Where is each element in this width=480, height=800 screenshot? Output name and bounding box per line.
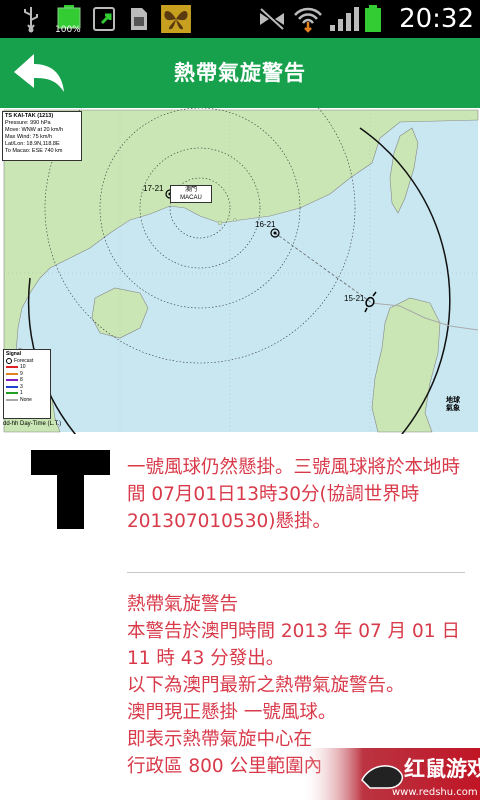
bulletin-line: 本警告於澳門時間 2013 年 07 月 01 日 11 時 43 分發出。 xyxy=(127,621,460,669)
map-footer: dd-hh Day-Time (L.T.) xyxy=(3,421,62,427)
legend-swatch xyxy=(6,385,18,388)
mute-icon xyxy=(260,8,284,30)
status-bar: 100% 20:32 xyxy=(0,0,480,38)
legend-swatch xyxy=(6,372,18,375)
storm-move: Move: WNW at 20 km/h xyxy=(5,127,64,133)
map-logo: 地球 氣象 xyxy=(441,396,465,420)
signal-strength-icon xyxy=(330,7,359,31)
status-time: 20:32 xyxy=(399,4,474,34)
usb-icon xyxy=(24,7,38,33)
watermark: 红鼠游戏 www.redshu.com xyxy=(300,748,480,800)
legend-swatch xyxy=(6,398,18,401)
storm-info-box: TS KAI-TAK (1213) Pressure: 990 hPa Move… xyxy=(2,111,82,161)
time-label: 17-21 xyxy=(143,184,164,193)
time-label: 15-21 xyxy=(344,294,365,303)
bulletin-line: 熱帶氣旋警告 xyxy=(127,594,239,615)
watermark-url: www.redshu.com xyxy=(392,787,478,798)
legend-swatch xyxy=(6,392,18,395)
legend-swatch xyxy=(6,366,18,369)
time-label: 16-21 xyxy=(255,220,276,229)
storm-max-wind: Max Wind: 75 km/h xyxy=(5,134,53,140)
bulletin-line: 以下為澳門最新之熱帶氣旋警告。 xyxy=(127,675,405,696)
battery-icon xyxy=(365,5,381,32)
typhoon-symbol-icon xyxy=(6,357,12,364)
signal-legend: Signal Forecast 10 9 8 3 1 None xyxy=(3,349,51,419)
wifi-icon xyxy=(294,7,322,33)
legend-label: None xyxy=(20,396,32,403)
back-arrow-icon[interactable] xyxy=(10,48,68,98)
app-header: 熱帶氣旋警告 xyxy=(0,38,480,108)
storm-latlon: Lat/Lon: 18.9N,118.8E xyxy=(5,141,60,147)
sim-card-icon xyxy=(131,8,147,30)
storm-name: TS KAI-TAK (1213) xyxy=(5,113,54,119)
page-title: 熱帶氣旋警告 xyxy=(174,61,306,85)
signal-message: 一號風球仍然懸掛。三號風球將於本地時間 07月01日13時30分(協調世界時 2… xyxy=(127,457,461,532)
legend-item: None xyxy=(6,397,48,404)
battery-percent-label: 100% xyxy=(55,25,81,35)
typhoon-map[interactable]: TS KAI-TAK (1213) Pressure: 990 hPa Move… xyxy=(0,108,480,434)
macau-label-text: 澳門 MACAU xyxy=(180,187,202,201)
bulletin-line: 澳門現正懸掛 一號風球。 xyxy=(127,702,337,723)
watermark-brand: 红鼠游戏 xyxy=(404,757,480,781)
tile-icon xyxy=(31,450,110,529)
map-logo-text: 地球 氣象 xyxy=(446,396,460,412)
signal-t-icon xyxy=(31,450,110,529)
storm-to-macao: To Macao: ESE 740 km xyxy=(5,148,63,154)
macau-label: 澳門 MACAU xyxy=(170,185,212,203)
sync-icon xyxy=(93,7,115,31)
storm-pressure: Pressure: 990 hPa xyxy=(5,120,51,126)
butterfly-app-icon xyxy=(161,5,191,33)
divider xyxy=(127,572,465,573)
legend-swatch xyxy=(6,379,18,382)
